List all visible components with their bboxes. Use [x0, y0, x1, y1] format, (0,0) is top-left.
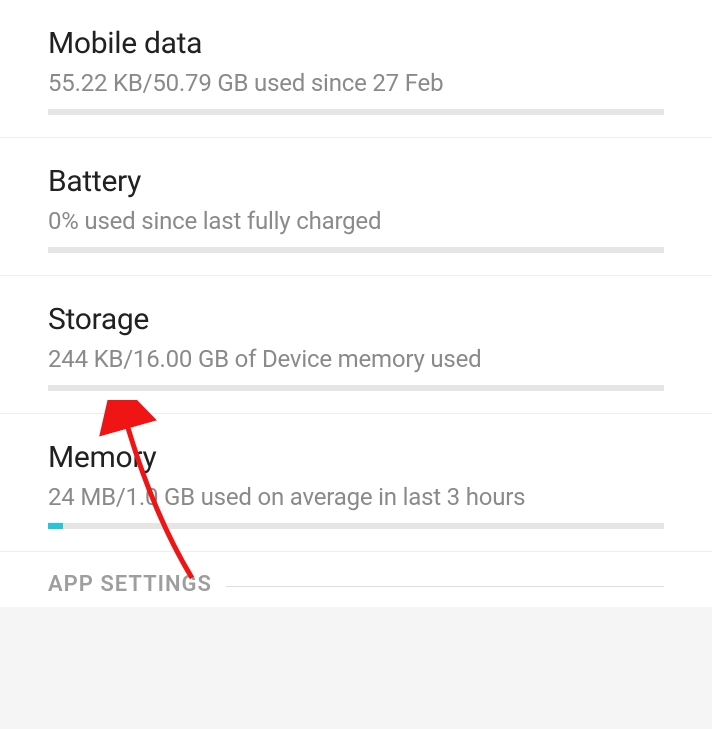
- storage-title: Storage: [48, 302, 664, 337]
- battery-item[interactable]: Battery 0% used since last fully charged: [0, 138, 712, 276]
- storage-progress: [48, 385, 664, 391]
- battery-title: Battery: [48, 164, 664, 199]
- mobile-data-progress: [48, 109, 664, 115]
- memory-subtitle: 24 MB/1.0 GB used on average in last 3 h…: [48, 483, 664, 511]
- storage-item[interactable]: Storage 244 KB/16.00 GB of Device memory…: [0, 276, 712, 414]
- mobile-data-subtitle: 55.22 KB/50.79 GB used since 27 Feb: [48, 69, 664, 97]
- app-settings-section: APP SETTINGS: [0, 552, 712, 607]
- section-divider-line: [226, 586, 664, 587]
- battery-subtitle: 0% used since last fully charged: [48, 207, 664, 235]
- memory-title: Memory: [48, 440, 664, 475]
- memory-progress-fill: [48, 523, 63, 529]
- mobile-data-title: Mobile data: [48, 26, 664, 61]
- battery-progress: [48, 247, 664, 253]
- memory-item[interactable]: Memory 24 MB/1.0 GB used on average in l…: [0, 414, 712, 552]
- app-settings-label: APP SETTINGS: [48, 572, 212, 597]
- settings-list: Mobile data 55.22 KB/50.79 GB used since…: [0, 0, 712, 607]
- memory-progress: [48, 523, 664, 529]
- storage-subtitle: 244 KB/16.00 GB of Device memory used: [48, 345, 664, 373]
- mobile-data-item[interactable]: Mobile data 55.22 KB/50.79 GB used since…: [0, 0, 712, 138]
